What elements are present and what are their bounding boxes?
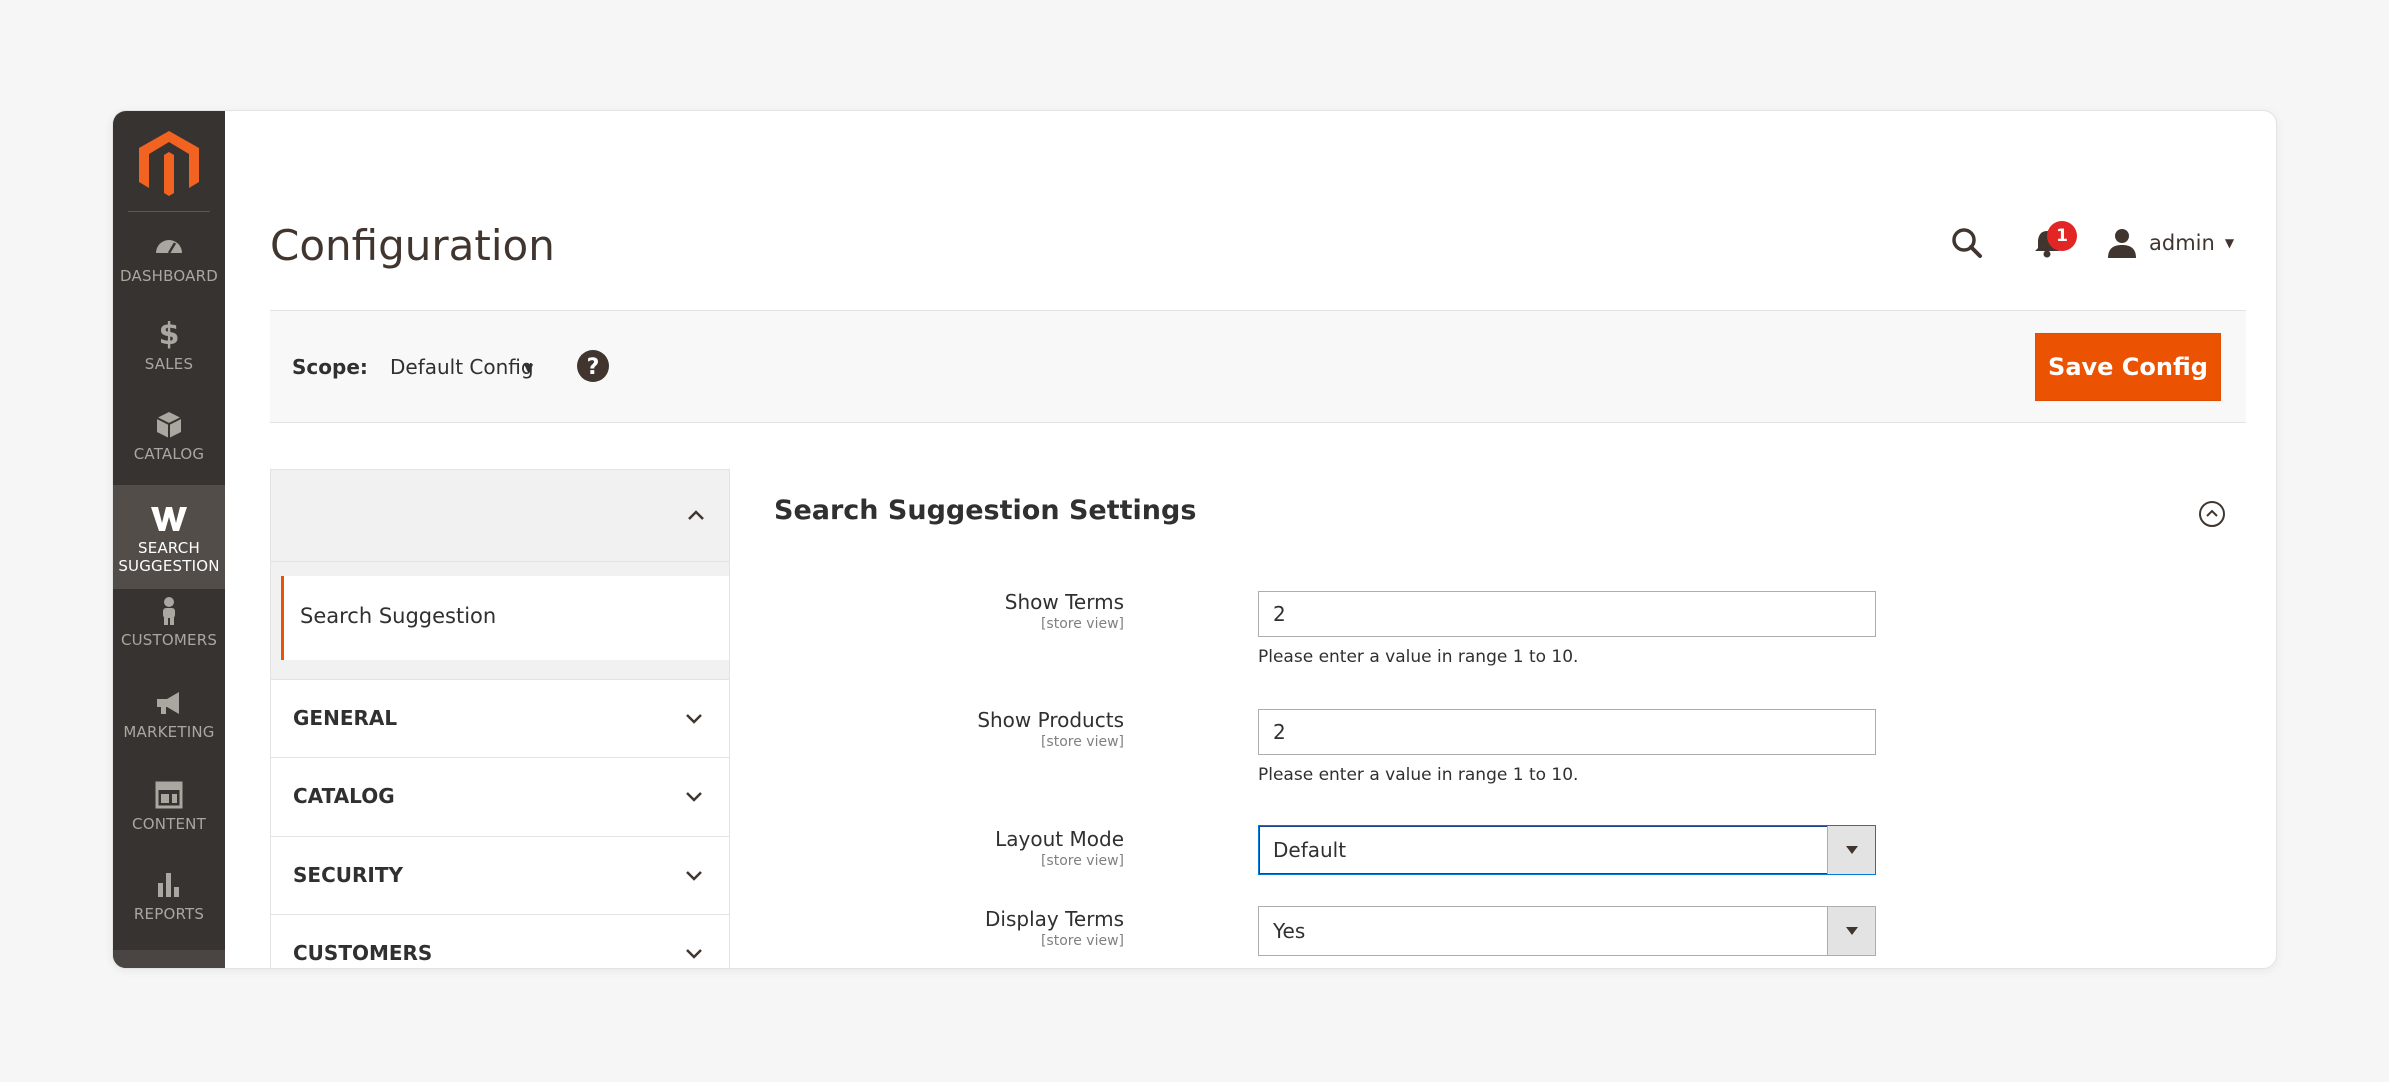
chevron-down-icon bbox=[686, 792, 702, 802]
show-terms-scope: [store view] bbox=[1040, 616, 1124, 632]
dropdown-arrow-icon[interactable] bbox=[1827, 907, 1875, 955]
chevron-down-icon: ▼ bbox=[2224, 236, 2235, 250]
box-icon bbox=[113, 409, 225, 441]
dropdown-arrow-icon[interactable] bbox=[1827, 826, 1875, 874]
bar-chart-icon bbox=[113, 869, 225, 901]
sidebar-item-customers[interactable]: CUSTOMERS bbox=[113, 595, 225, 681]
show-terms-input[interactable]: 2 bbox=[1258, 591, 1876, 637]
show-products-input[interactable]: 2 bbox=[1258, 709, 1876, 755]
help-icon[interactable]: ? bbox=[576, 349, 610, 383]
magento-logo-icon[interactable] bbox=[133, 125, 205, 201]
show-products-label: Show Products bbox=[977, 708, 1124, 732]
layout-mode-value: Default bbox=[1273, 838, 1347, 862]
notifications-badge: 1 bbox=[2047, 221, 2077, 251]
user-menu[interactable]: admin ▼ bbox=[2105, 223, 2234, 263]
chevron-down-icon bbox=[686, 714, 702, 724]
display-terms-select[interactable]: Yes bbox=[1258, 906, 1876, 956]
scope-bar: Scope: Default Config ▼ ? Save Config bbox=[270, 310, 2246, 423]
scope-switcher[interactable]: Default Config bbox=[390, 355, 534, 379]
admin-window: DASHBOARD $ SALES CATALOG SEARCH SUGGEST… bbox=[112, 110, 2277, 969]
display-terms-label: Display Terms bbox=[985, 907, 1124, 931]
scope-label: Scope: bbox=[292, 355, 368, 379]
display-terms-value: Yes bbox=[1273, 919, 1306, 943]
tab-customers[interactable]: CUSTOMERS bbox=[271, 914, 729, 968]
display-terms-scope: [store view] bbox=[1040, 933, 1124, 949]
dollar-icon: $ bbox=[158, 317, 180, 352]
chevron-down-icon bbox=[686, 949, 702, 959]
show-terms-note: Please enter a value in range 1 to 10. bbox=[1258, 647, 1579, 667]
user-name: admin bbox=[2149, 231, 2215, 255]
layout-mode-select[interactable]: Default bbox=[1258, 825, 1876, 875]
config-tabs-panel: Search Suggestion GENERAL CATALOG SECURI… bbox=[270, 469, 730, 968]
sidebar-divider bbox=[128, 211, 210, 212]
tab-general[interactable]: GENERAL bbox=[271, 679, 729, 757]
person-icon bbox=[113, 595, 225, 627]
save-config-button[interactable]: Save Config bbox=[2035, 333, 2221, 401]
sidebar-item-sales[interactable]: $ SALES bbox=[113, 319, 225, 405]
tab-search-suggestion[interactable]: Search Suggestion bbox=[281, 576, 729, 660]
layout-mode-scope: [store view] bbox=[1040, 853, 1124, 869]
megaphone-icon bbox=[113, 687, 225, 719]
tab-catalog[interactable]: CATALOG bbox=[271, 757, 729, 835]
dashboard-icon bbox=[113, 231, 225, 263]
show-products-note: Please enter a value in range 1 to 10. bbox=[1258, 765, 1579, 785]
sidebar-item-catalog[interactable]: CATALOG bbox=[113, 409, 225, 495]
sidebar-more bbox=[113, 950, 225, 968]
layout-icon bbox=[113, 779, 225, 811]
tab-group-header[interactable] bbox=[271, 470, 729, 562]
sidebar-item-dashboard[interactable]: DASHBOARD bbox=[113, 231, 225, 311]
collapse-section-icon[interactable] bbox=[2197, 499, 2227, 529]
tab-security[interactable]: SECURITY bbox=[271, 836, 729, 914]
show-products-scope: [store view] bbox=[1040, 734, 1124, 750]
chevron-down-icon[interactable]: ▼ bbox=[524, 361, 533, 375]
section-title: Search Suggestion Settings bbox=[774, 495, 1197, 526]
search-icon[interactable] bbox=[1947, 223, 1987, 263]
sidebar-item-reports[interactable]: REPORTS bbox=[113, 869, 225, 955]
svg-text:?: ? bbox=[587, 355, 600, 380]
sidebar-item-content[interactable]: CONTENT bbox=[113, 779, 225, 865]
sidebar-item-marketing[interactable]: MARKETING bbox=[113, 687, 225, 773]
w-logo-icon bbox=[113, 503, 225, 535]
tab-label: Search Suggestion bbox=[300, 604, 497, 628]
user-icon bbox=[2108, 229, 2136, 258]
chevron-up-icon bbox=[688, 510, 704, 520]
page-title: Configuration bbox=[270, 221, 555, 270]
show-terms-label: Show Terms bbox=[1004, 590, 1124, 614]
chevron-down-icon bbox=[686, 871, 702, 881]
sidebar-item-search-suggestion[interactable]: SEARCH SUGGESTION bbox=[113, 485, 225, 589]
layout-mode-label: Layout Mode bbox=[995, 827, 1124, 851]
admin-sidebar: DASHBOARD $ SALES CATALOG SEARCH SUGGEST… bbox=[113, 111, 225, 968]
